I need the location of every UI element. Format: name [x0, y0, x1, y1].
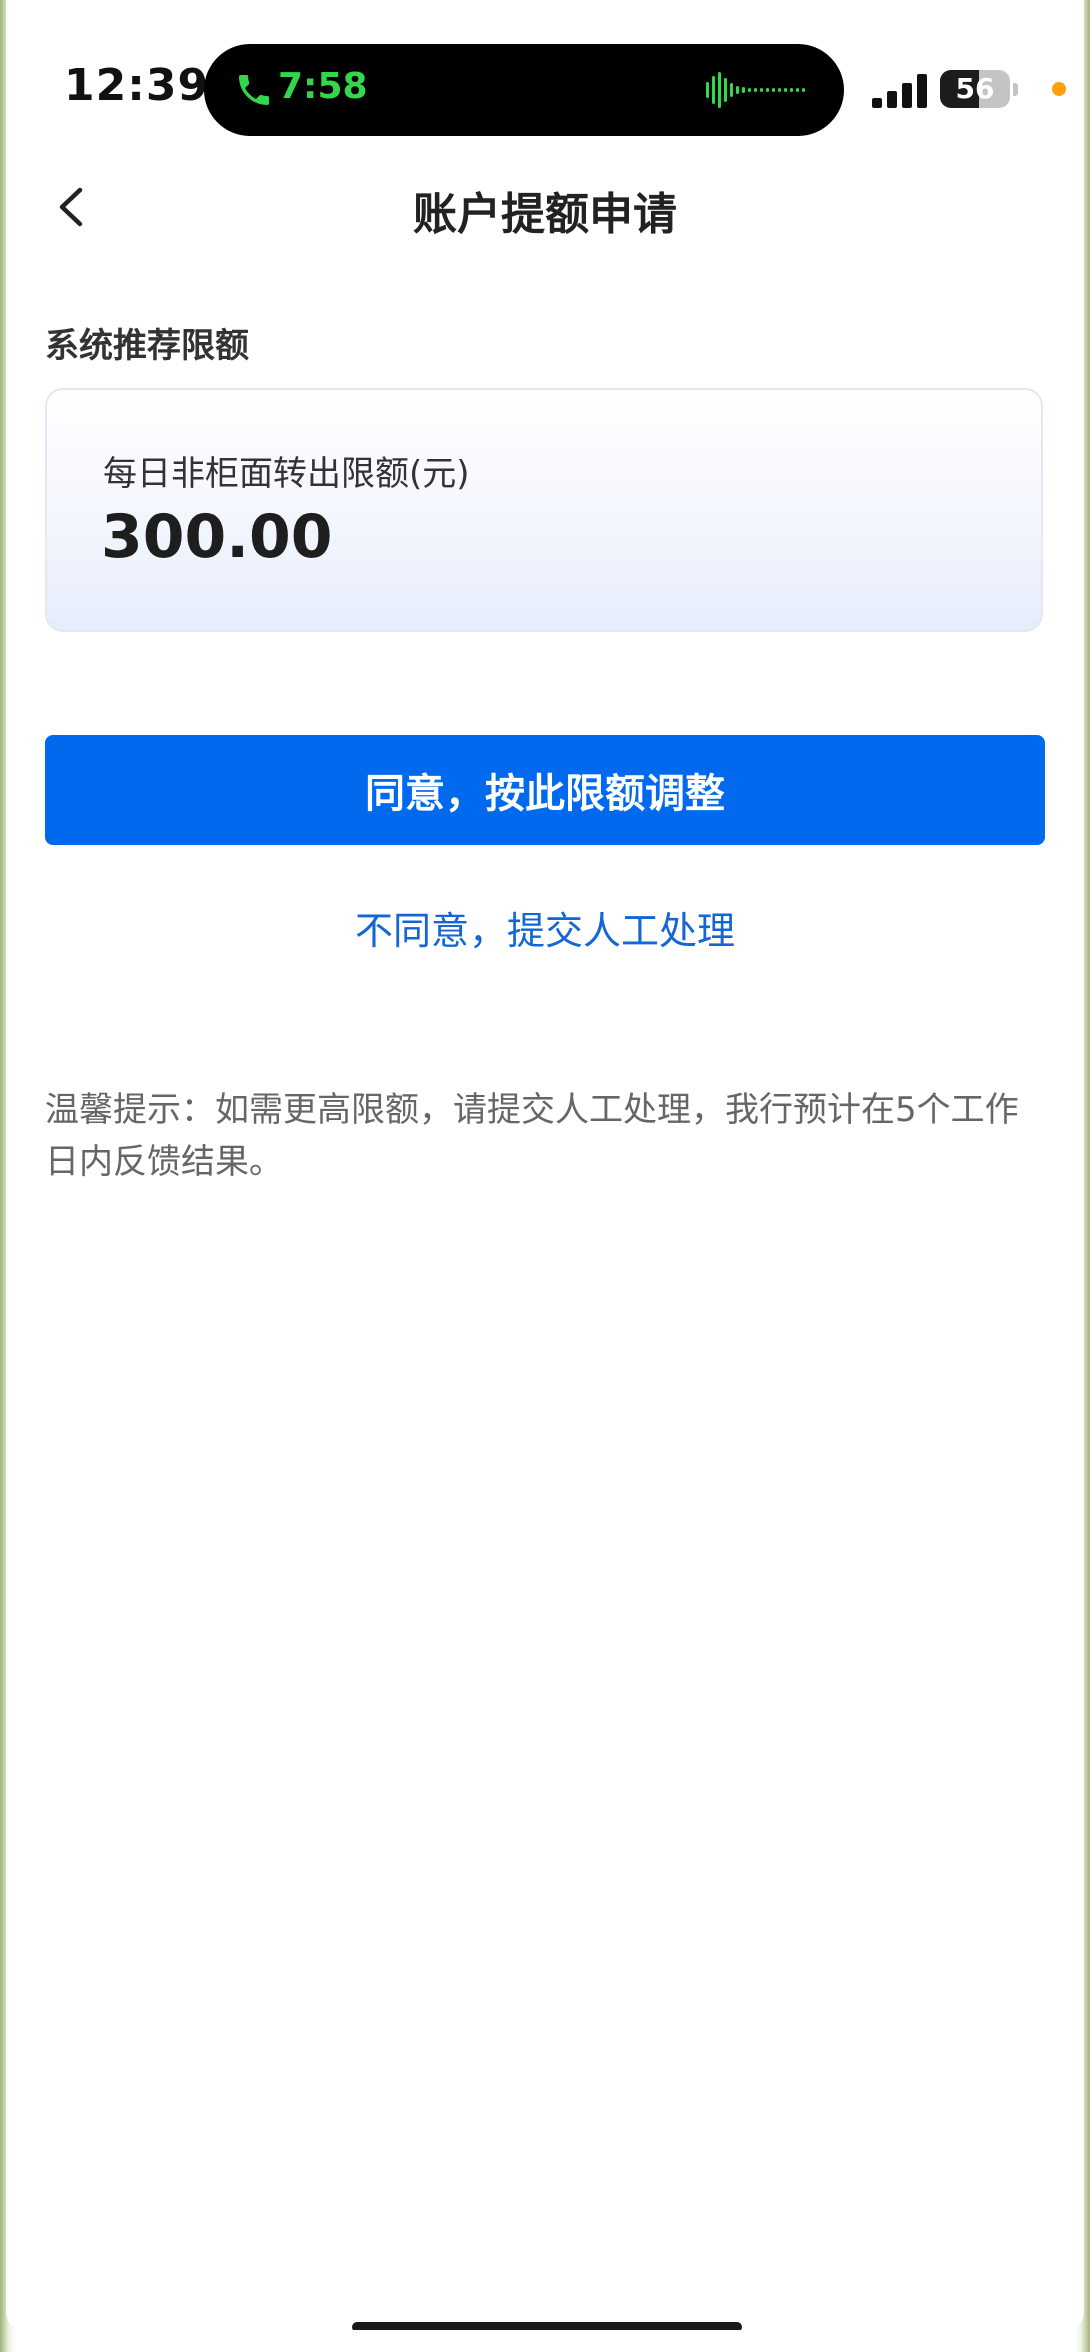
limit-value: 300.00 — [101, 502, 333, 572]
privacy-indicator-dot — [1052, 82, 1066, 96]
audio-waveform-icon — [706, 72, 805, 108]
status-time: 12:39 — [64, 60, 210, 111]
phone-icon — [239, 75, 269, 105]
disagree-link[interactable]: 不同意，提交人工处理 — [6, 900, 1084, 955]
agree-button[interactable]: 同意，按此限额调整 — [45, 735, 1045, 845]
section-title: 系统推荐限额 — [45, 326, 249, 366]
recommended-limit-card: 每日非柜面转出限额(元) 300.00 — [45, 388, 1043, 632]
call-duration: 7:58 — [278, 66, 368, 107]
battery-icon: 56 — [940, 70, 1010, 108]
app-screen: 12:39 7:58 56 账户提额申请 系统推荐限额 每日非柜面转出限额(元)… — [6, 0, 1084, 2330]
dynamic-island-call[interactable]: 7:58 — [204, 44, 844, 136]
page-title: 账户提额申请 — [413, 189, 677, 240]
battery-cap — [1013, 83, 1018, 96]
tip-text: 温馨提示：如需更高限额，请提交人工处理，我行预计在5个工作日内反馈结果。 — [45, 1090, 1019, 1182]
home-indicator[interactable] — [352, 2322, 742, 2330]
limit-label: 每日非柜面转出限额(元) — [103, 454, 470, 494]
cellular-signal-icon — [872, 74, 927, 108]
battery-percentage: 56 — [955, 72, 995, 105]
